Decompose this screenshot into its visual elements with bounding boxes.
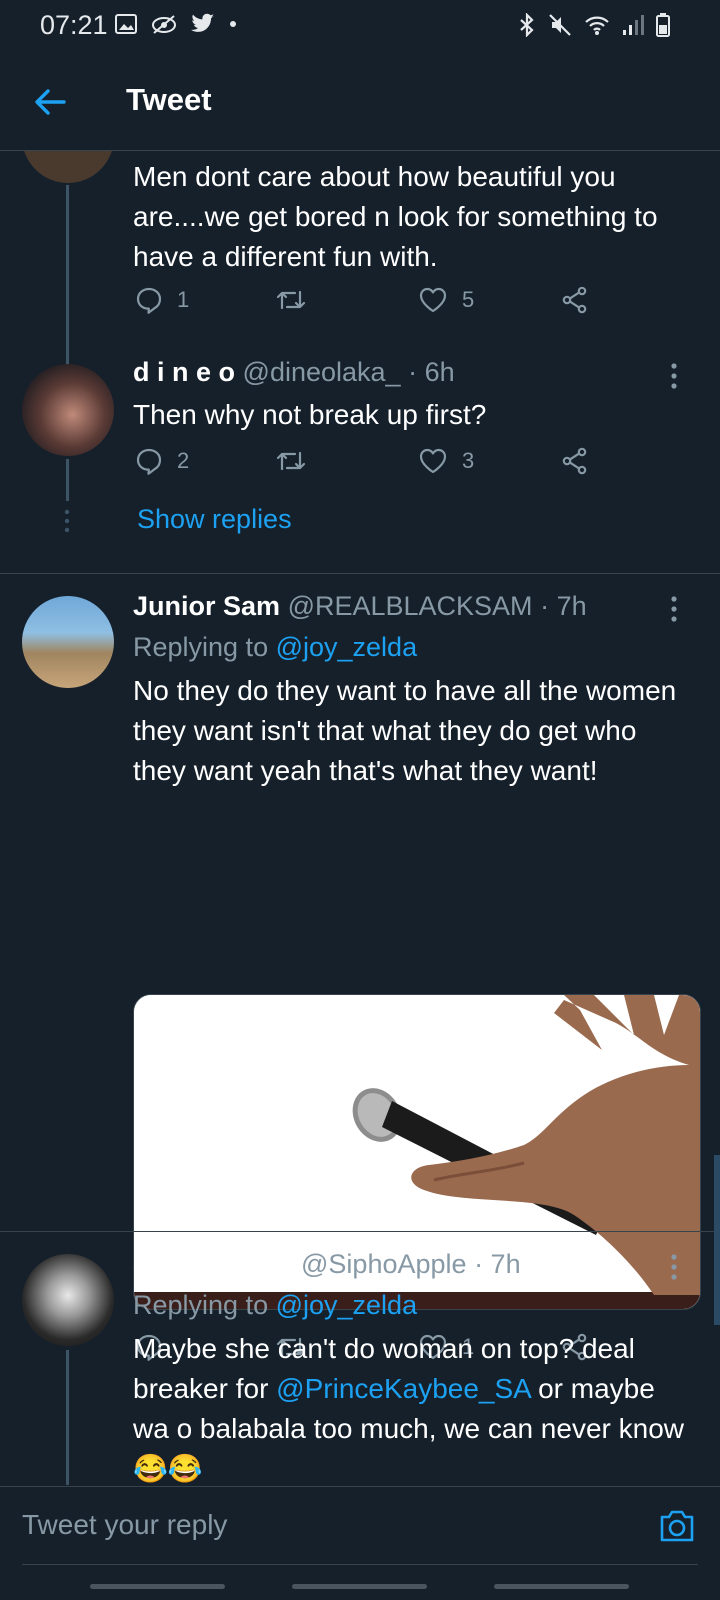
tweet-text: Men dont care about how beautiful you ar…: [133, 161, 658, 272]
user-handle[interactable]: @SiphoApple: [301, 1249, 467, 1279]
replying-to: Replying to @joy_zelda: [133, 1290, 417, 1321]
wifi-icon: [585, 16, 609, 35]
share-button[interactable]: [561, 286, 589, 314]
tweet-item[interactable]: d i n e o @dineolaka_ · 6h Then why not …: [0, 351, 720, 561]
like-count: 3: [462, 448, 475, 473]
reply-composer: Tweet your reply: [0, 1486, 720, 1567]
share-icon: [562, 286, 587, 314]
tweet-timeline[interactable]: Men dont care about how beautiful you ar…: [0, 151, 720, 1485]
tweet-time: · 7h: [540, 591, 587, 621]
status-bar: 07:21: [0, 0, 720, 52]
tweet-time: · 7h: [474, 1249, 521, 1279]
avatar[interactable]: [22, 1254, 114, 1346]
thread-line: [66, 1350, 69, 1485]
arrow-back-icon[interactable]: [30, 82, 70, 122]
camera-icon[interactable]: [657, 1505, 697, 1545]
like-button[interactable]: 3: [418, 447, 474, 475]
replying-prefix: Replying to: [133, 1290, 276, 1320]
avatar[interactable]: [22, 151, 114, 183]
thread-line: [66, 459, 69, 501]
reply-underline: [22, 1564, 698, 1565]
tweet-meta: d i n e o @dineolaka_ · 6h: [133, 357, 455, 388]
replying-to: Replying to @joy_zelda: [133, 632, 417, 663]
like-button[interactable]: 5: [418, 286, 474, 314]
tweet-item[interactable]: Men dont care about how beautiful you ar…: [0, 151, 720, 367]
thread-dots-icon: [64, 509, 70, 533]
tweet-meta: Sipho Cozza @SiphoApple · 7h: [133, 1249, 521, 1280]
reply-count: 1: [177, 287, 190, 312]
retweet-icon: [276, 290, 306, 310]
tweet-actions: 2 3: [133, 447, 603, 487]
reply-input[interactable]: Tweet your reply: [22, 1509, 227, 1541]
app-header: Tweet: [0, 52, 720, 151]
replying-prefix: Replying to: [133, 632, 276, 662]
tweet-actions: 1 5: [133, 286, 603, 326]
tweet-item[interactable]: Junior Sam @REALBLACKSAM · 7h Replying t…: [0, 574, 720, 1361]
tweet-text: Then why not break up first?: [133, 399, 487, 430]
reply-count: 2: [177, 448, 190, 473]
notification-dot-icon: [230, 21, 236, 27]
system-nav-bar: [0, 1566, 720, 1600]
mention-link[interactable]: @PrinceKaybee_SA: [276, 1373, 530, 1404]
share-button[interactable]: [561, 447, 589, 475]
heart-icon: [419, 448, 447, 474]
heart-icon: [419, 287, 447, 313]
status-time: 07:21: [40, 10, 108, 40]
replying-to-link[interactable]: @joy_zelda: [276, 1290, 418, 1320]
twitter-bird-icon: [191, 13, 214, 32]
more-vertical-icon[interactable]: [662, 594, 686, 624]
eye-off-icon: [152, 15, 176, 34]
scrollbar[interactable]: [714, 1155, 720, 1325]
retweet-button[interactable]: [275, 286, 321, 314]
avatar[interactable]: [22, 596, 114, 688]
nav-back-button[interactable]: [494, 1584, 629, 1589]
thread-line: [66, 185, 69, 367]
display-name[interactable]: Junior Sam: [133, 591, 280, 621]
share-icon: [562, 447, 587, 475]
avatar[interactable]: [22, 364, 114, 456]
display-name[interactable]: Sipho Cozza: [133, 1249, 294, 1279]
tweet-text: No they do they want to have all the wom…: [133, 675, 677, 786]
more-vertical-icon[interactable]: [662, 1252, 686, 1282]
user-handle[interactable]: @REALBLACKSAM: [288, 591, 533, 621]
status-right-icons: [518, 13, 670, 37]
bluetooth-icon: [520, 13, 534, 37]
mute-icon: [549, 14, 571, 36]
more-vertical-icon[interactable]: [662, 361, 686, 391]
replying-to-link[interactable]: @joy_zelda: [276, 632, 418, 662]
reply-button[interactable]: 1: [135, 286, 189, 314]
display-name[interactable]: d i n e o: [133, 357, 235, 387]
retweet-button[interactable]: [275, 447, 321, 475]
signal-icon: [623, 15, 644, 35]
like-count: 5: [462, 287, 475, 312]
tweet-text: Maybe she can't do woman on top? deal br…: [133, 1329, 693, 1485]
tweet-meta: Junior Sam @REALBLACKSAM · 7h: [133, 591, 587, 622]
page-title: Tweet: [126, 82, 212, 117]
tweet-item[interactable]: Sipho Cozza @SiphoApple · 7h Replying to…: [0, 1232, 720, 1485]
tweet-time: · 6h: [408, 357, 455, 387]
reply-icon: [136, 287, 162, 314]
nav-recents-button[interactable]: [90, 1584, 225, 1589]
image-icon: [115, 14, 137, 34]
show-replies-link[interactable]: Show replies: [137, 504, 292, 535]
retweet-icon: [276, 451, 306, 471]
reply-icon: [136, 448, 162, 475]
user-handle[interactable]: @dineolaka_: [243, 357, 401, 387]
battery-icon: [656, 13, 670, 37]
nav-home-button[interactable]: [292, 1584, 427, 1589]
status-left-icons: [115, 13, 237, 35]
reply-button[interactable]: 2: [135, 447, 189, 475]
